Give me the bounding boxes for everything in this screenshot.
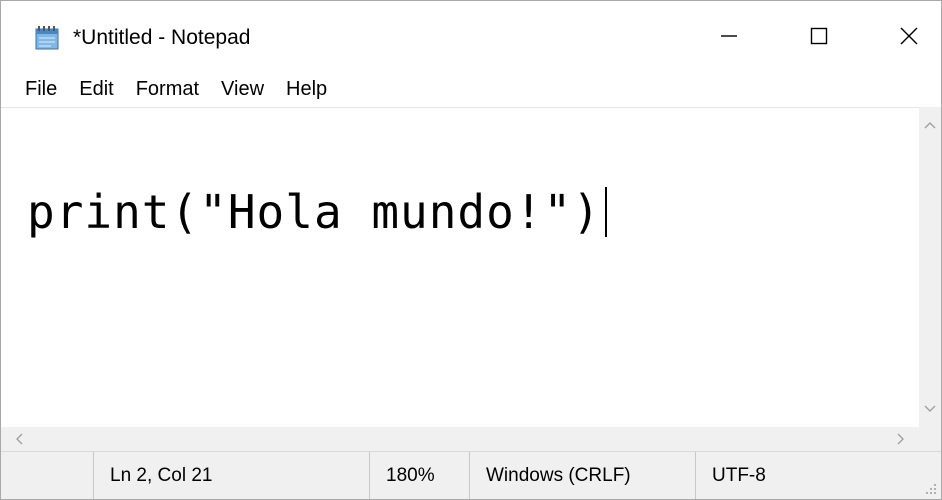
scroll-down-button[interactable] <box>919 391 941 427</box>
vertical-scrollbar[interactable] <box>919 107 941 427</box>
window-title: *Untitled - Notepad <box>73 26 251 49</box>
menu-view[interactable]: View <box>213 76 272 102</box>
horizontal-scrollbar[interactable] <box>1 427 919 451</box>
scroll-up-button[interactable] <box>919 107 941 143</box>
chevron-down-icon <box>924 405 936 412</box>
menu-help[interactable]: Help <box>278 76 335 102</box>
encoding-text: UTF-8 <box>712 465 766 486</box>
scrollbar-corner <box>919 427 941 451</box>
maximize-button[interactable] <box>771 1 867 71</box>
zoom-level-text: 180% <box>386 465 435 486</box>
chevron-right-icon <box>897 433 904 445</box>
chevron-up-icon <box>924 122 936 129</box>
menu-edit[interactable]: Edit <box>71 76 121 102</box>
maximize-icon <box>810 27 828 45</box>
minimize-button[interactable] <box>681 1 777 71</box>
resize-grip-icon[interactable] <box>925 483 937 495</box>
status-bar: Ln 2, Col 21 180% Windows (CRLF) UTF-8 <box>1 451 941 499</box>
menu-format[interactable]: Format <box>128 76 207 102</box>
scroll-left-button[interactable] <box>1 427 37 451</box>
notepad-window: *Untitled - Notepad File Edit Format Vie… <box>0 0 942 500</box>
editor-text: print("Hola mundo!") <box>27 185 601 239</box>
cursor-position-text: Ln 2, Col 21 <box>110 465 213 486</box>
menu-bar: File Edit Format View Help <box>1 71 941 107</box>
editor-line: print("Hola mundo!") <box>27 184 607 240</box>
menu-file[interactable]: File <box>17 76 65 102</box>
close-button[interactable] <box>861 1 941 71</box>
status-line-ending: Windows (CRLF) <box>469 452 695 499</box>
text-editor[interactable]: print("Hola mundo!") <box>1 107 919 427</box>
status-zoom: 180% <box>369 452 469 499</box>
scroll-right-button[interactable] <box>883 427 919 451</box>
notepad-icon <box>35 26 59 50</box>
line-ending-text: Windows (CRLF) <box>486 465 631 486</box>
close-icon <box>900 27 918 45</box>
chevron-left-icon <box>16 433 23 445</box>
status-spacer <box>1 452 93 499</box>
text-caret <box>604 187 607 237</box>
minimize-icon <box>721 35 737 37</box>
title-bar[interactable]: *Untitled - Notepad <box>1 1 941 71</box>
status-encoding: UTF-8 <box>695 452 941 499</box>
status-cursor-position: Ln 2, Col 21 <box>93 452 369 499</box>
